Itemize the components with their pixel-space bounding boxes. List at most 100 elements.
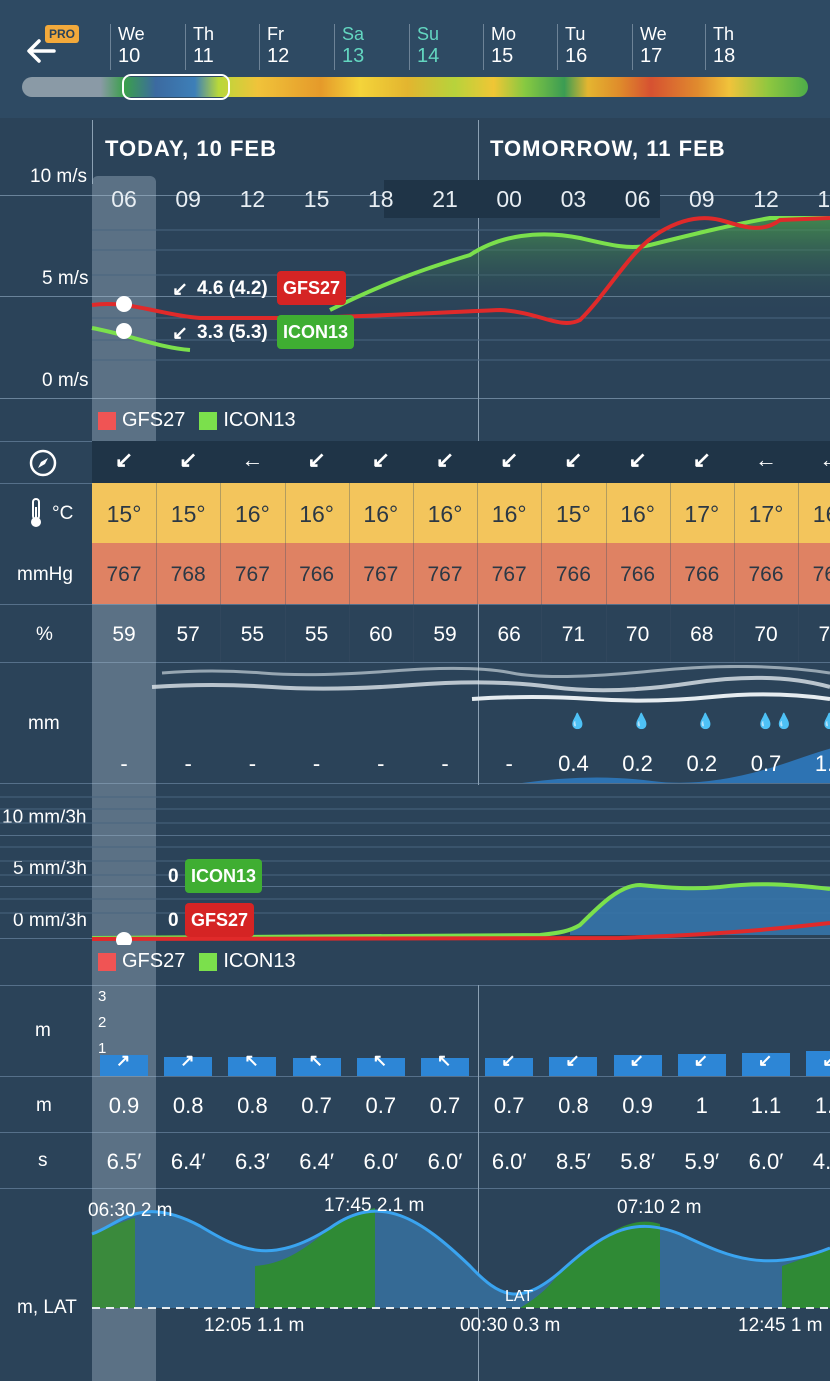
wind-direction-arrow-icon: ↙ (628, 447, 647, 472)
tide-low-3: 12:45 1 m (738, 1315, 823, 1336)
precipitation-cell: - (505, 751, 513, 776)
day-name: Sa (342, 24, 365, 44)
gfs27-swatch (98, 411, 116, 430)
day-name: Fr (267, 24, 284, 44)
day-tab[interactable]: Fr 12 (259, 24, 337, 70)
gfs27-rain-tag[interactable]: GFS27 (185, 903, 255, 937)
timeline-selector[interactable] (122, 74, 230, 100)
icon13-swatch (199, 411, 218, 430)
day-tab[interactable]: Mo 15 (483, 24, 561, 70)
cell-divider (477, 483, 479, 662)
day-number: 11 (193, 44, 214, 67)
cell-divider (220, 483, 222, 662)
wave-height-cell: 0.9 (622, 1093, 653, 1118)
rain-chart (0, 796, 830, 945)
day-tab[interactable]: Th 11 (185, 24, 263, 70)
gfs27-point (116, 296, 132, 312)
day-tab[interactable]: Sa 13 (334, 24, 412, 70)
day-separator (557, 24, 558, 70)
day-number: 14 (417, 44, 440, 67)
day-tab[interactable]: Th 18 (705, 24, 783, 70)
day-separator (632, 24, 633, 70)
wind-direction-arrow-icon: ↙ (692, 447, 712, 472)
wind-direction-arrow-icon: ↙ (178, 447, 198, 472)
wave-period-cell: 6.5′ (106, 1149, 142, 1174)
pressure-cell: 767 (234, 563, 270, 586)
day-name: Tu (565, 24, 586, 44)
day-tab[interactable]: We 10 (110, 24, 188, 70)
cell-divider (413, 483, 414, 662)
precipitation-cell: - (312, 751, 321, 776)
wave-height-cell: 0.7 (493, 1093, 525, 1118)
icon13-wind-tag[interactable]: ICON13 (277, 315, 355, 349)
tide-high-band (520, 1221, 660, 1308)
day-separator (185, 24, 186, 70)
wave-direction-arrow-icon: ↙ (565, 1051, 580, 1070)
day-tab[interactable]: Su 14 (409, 24, 487, 70)
pressure-cell: 767 (427, 563, 463, 586)
precipitation-cell: 0.4 (558, 751, 589, 776)
day-number: 15 (491, 44, 514, 67)
wave-height-cell: 0.9 (108, 1093, 140, 1118)
gfs27-wind-direction-icon: ↙ (172, 279, 188, 300)
precipitation-cell: 0.2 (622, 751, 653, 776)
rain-legend: GFS27 ICON13 (98, 950, 296, 973)
temperature-cell: 16° (491, 501, 527, 527)
pressure-unit-label: mmHg (17, 564, 73, 585)
wave-height-unit-label: m (36, 1095, 52, 1116)
pressure-cell: 768 (170, 563, 206, 586)
wave-direction-arrow-icon: ↖ (244, 1051, 259, 1070)
wave-height-cell: 0.8 (237, 1093, 268, 1118)
gfs27-wind-tag[interactable]: GFS27 (277, 271, 347, 305)
pressure-cell: 767 (363, 563, 399, 586)
date-header-today: TODAY, 10 FEB (105, 136, 277, 161)
day-tab[interactable]: We 17 (632, 24, 710, 70)
gfs27-rain-value: 0 (168, 910, 179, 931)
pressure-cell: 766 (555, 563, 591, 586)
wave-axis-label: m (35, 1020, 51, 1041)
wave-period-unit-label: s (38, 1150, 48, 1171)
day-name: Mo (491, 24, 517, 44)
tide-low-1: 12:05 1.1 m (204, 1315, 305, 1336)
compass-icon (28, 448, 58, 483)
wave-period-cell: 6.0′ (491, 1149, 527, 1174)
icon13-rain-tag[interactable]: ICON13 (185, 859, 263, 893)
temperature-cell: 16° (427, 501, 463, 527)
wave-period-cell: 6.4′ (170, 1149, 206, 1174)
humidity-cell: 71 (561, 623, 586, 646)
tide-unit-label: m, LAT (17, 1297, 77, 1318)
tide-high-2: 17:45 2.1 m (324, 1195, 425, 1216)
temperature-cell: 16° (620, 501, 655, 527)
temperature-cell: 17° (748, 501, 784, 527)
wave-direction-arrow-icon: ↗ (180, 1051, 195, 1070)
tide-high-1: 06:30 2 m (88, 1200, 173, 1221)
precipitation-cell: - (120, 751, 128, 776)
humidity-cell: 70 (625, 623, 650, 646)
wave-direction-arrow-icon: ↙ (822, 1051, 830, 1070)
wave-period-cell: 6.0′ (363, 1149, 399, 1174)
gfs27-wind-value: 4.6 (4.2) (197, 278, 268, 299)
wind-direction-arrow-icon: ↙ (435, 447, 455, 472)
temperature-cell: 16° (363, 501, 399, 527)
humidity-cell: 71 (818, 623, 830, 646)
wave-scale-3: 3 (98, 988, 107, 1005)
icon13-swatch (199, 952, 218, 971)
precipitation-cell: 0.7 (750, 751, 782, 776)
humidity-unit-label: % (36, 624, 53, 645)
day-separator (259, 24, 260, 70)
day-tab[interactable]: Tu 16 (557, 24, 635, 70)
precip-unit-label: mm (28, 713, 60, 734)
precipitation-cell: - (441, 751, 449, 776)
wind-direction-arrow-icon: ← (755, 447, 777, 472)
temperature-cell: 15° (106, 501, 142, 527)
cell-divider (541, 483, 543, 662)
humidity-cell: 59 (433, 623, 457, 646)
wave-height-cell: 0.7 (429, 1093, 461, 1118)
wave-direction-arrow-icon: ↖ (308, 1051, 323, 1070)
cell-divider (669, 483, 671, 662)
icon13-wind-fill (330, 218, 830, 310)
date-header-tomorrow: TOMORROW, 11 FEB (490, 136, 726, 161)
day-name: Th (193, 24, 215, 44)
temperature-cell: 15° (170, 501, 206, 527)
wave-period-cell: 5.8′ (620, 1149, 655, 1174)
